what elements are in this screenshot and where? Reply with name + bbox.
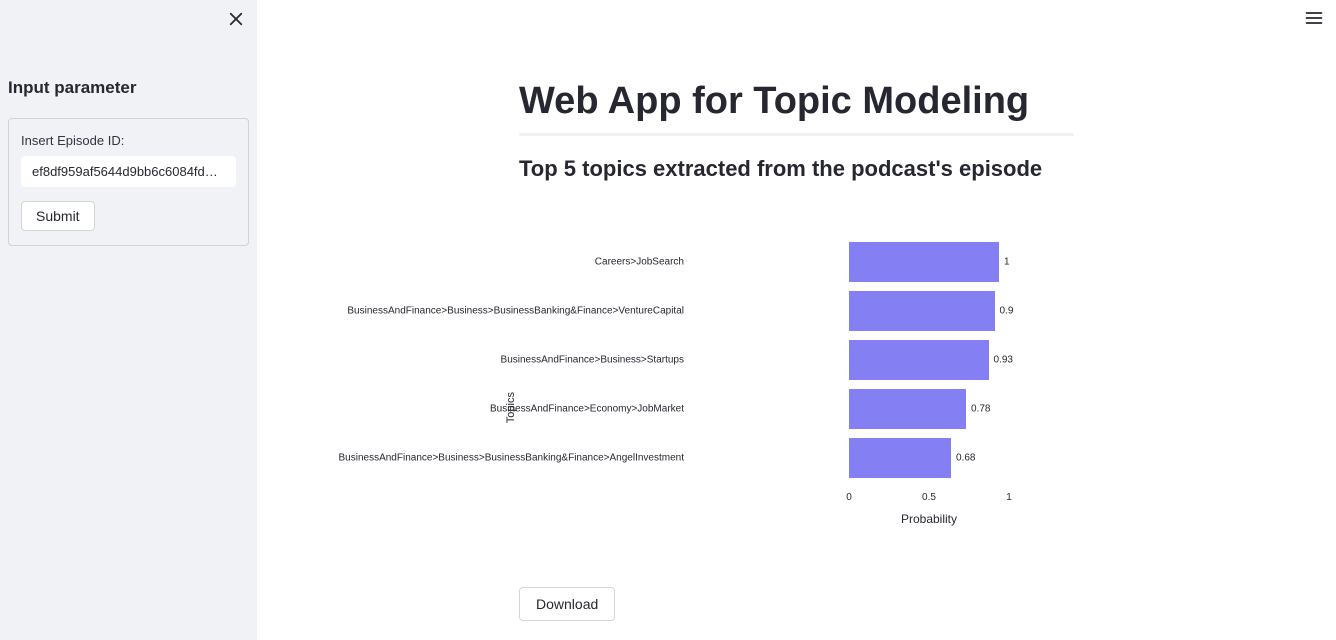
chart-bar-label: Careers>JobSearch	[595, 257, 684, 268]
chart-bar	[849, 291, 995, 331]
chart-bar-label: BusinessAndFinance>Business>Startups	[501, 355, 684, 366]
chart-bar	[849, 340, 989, 380]
chart-xaxis: 0 0.5 1 Probability	[849, 490, 1009, 530]
chart-xtick: 1	[1006, 492, 1012, 503]
chart-xaxis-title: Probability	[901, 512, 957, 526]
chart-bar-label: BusinessAndFinance>Business>BusinessBank…	[347, 306, 684, 317]
download-button[interactable]: Download	[519, 587, 615, 621]
page-title: Web App for Topic Modeling	[519, 80, 1249, 123]
chart-bar	[849, 438, 951, 478]
episode-id-input[interactable]	[21, 156, 236, 187]
chart-bar-value: 0.9	[1000, 306, 1014, 317]
chart-bar	[849, 242, 999, 282]
chart-xtick: 0.5	[922, 492, 936, 503]
topics-bar-chart: Topics Careers>JobSearch1BusinessAndFina…	[519, 242, 1009, 542]
chart-bar-value: 0.93	[994, 355, 1013, 366]
chart-bar-value: 1	[1004, 257, 1010, 268]
chart-bar-value: 0.68	[956, 453, 975, 464]
chart-xtick: 0	[846, 492, 852, 503]
divider	[519, 133, 1074, 136]
submit-button[interactable]: Submit	[21, 201, 95, 231]
hamburger-menu-icon[interactable]	[1304, 8, 1324, 28]
close-icon[interactable]	[227, 10, 245, 28]
chart-bar	[849, 389, 966, 429]
sidebar-heading: Input parameter	[8, 78, 249, 98]
chart-bar-label: BusinessAndFinance>Economy>JobMarket	[490, 404, 684, 415]
chart-bar-value: 0.78	[971, 404, 990, 415]
sidebar: Input parameter Insert Episode ID: Submi…	[0, 0, 257, 640]
chart-bar-label: BusinessAndFinance>Business>BusinessBank…	[339, 453, 685, 464]
main-area: Web App for Topic Modeling Top 5 topics …	[257, 0, 1336, 640]
input-form: Insert Episode ID: Submit	[8, 118, 249, 246]
episode-id-label: Insert Episode ID:	[21, 133, 236, 148]
subtitle: Top 5 topics extracted from the podcast'…	[519, 156, 1249, 182]
